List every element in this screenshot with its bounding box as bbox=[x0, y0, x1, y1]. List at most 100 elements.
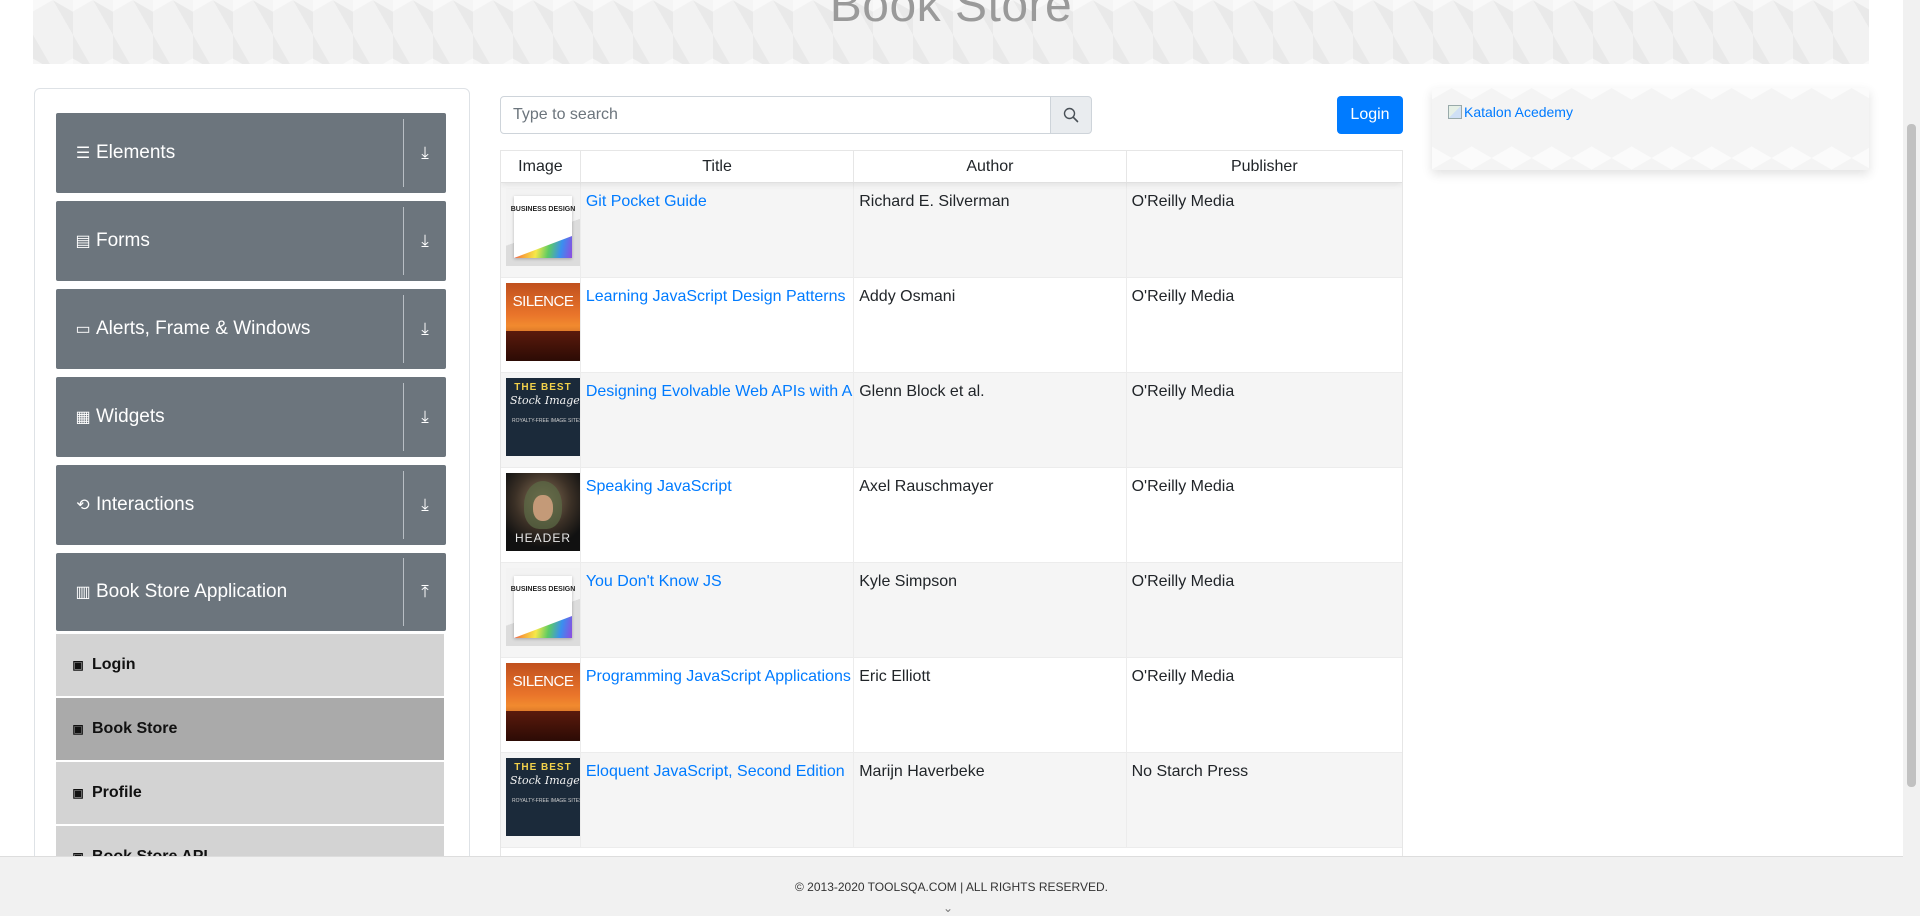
html-icon: ▣ bbox=[72, 722, 84, 736]
document-icon: ▤ bbox=[75, 233, 91, 250]
page: Book Store ☰ Elements ⤓ ▤ Forms ⤓ ▭ Aler… bbox=[0, 0, 1920, 916]
cell-author: Glenn Block et al. bbox=[854, 373, 1127, 467]
sidebar-group-label: Forms bbox=[96, 230, 150, 251]
cell-image: HEADER bbox=[501, 468, 581, 562]
scrollbar-thumb[interactable] bbox=[1907, 124, 1916, 787]
menu-icon: ☰ bbox=[75, 145, 91, 162]
books-icon: ▥ bbox=[75, 584, 91, 601]
cell-author: Richard E. Silverman bbox=[854, 183, 1127, 277]
book-cover-image: BUSINESS DESIGN bbox=[506, 568, 580, 646]
window-icon: ▭ bbox=[75, 321, 91, 338]
sidebar-item-profile[interactable]: ▣ Profile bbox=[56, 762, 444, 824]
scrollbar[interactable] bbox=[1903, 0, 1920, 916]
book-cover-image: THE BEST Stock Images ROYALTY-FREE IMAGE S… bbox=[506, 758, 580, 836]
book-title-link[interactable]: Programming JavaScript Applications bbox=[586, 668, 851, 685]
table-row: SILENCE Programming JavaScript Applicatio… bbox=[501, 658, 1402, 753]
cell-title: Learning JavaScript Design Patterns bbox=[581, 278, 855, 372]
ad-banner: Katalon Acedemy bbox=[1432, 88, 1869, 170]
table-row: SILENCE Learning JavaScript Design Patter… bbox=[501, 278, 1402, 373]
expand-icon[interactable]: ⤓ bbox=[404, 143, 446, 163]
cell-title: You Don't Know JS bbox=[581, 563, 855, 657]
cell-image: BUSINESS DESIGN bbox=[501, 563, 581, 657]
sidebar-group-label: Book Store Application bbox=[96, 581, 288, 602]
sidebar-item-label: Book Store bbox=[92, 720, 178, 737]
cell-publisher: No Starch Press bbox=[1131, 763, 1249, 780]
sidebar-group-label: Elements bbox=[96, 142, 176, 163]
table-row: BUSINESS DESIGN You Don't Know JS Kyle Sim… bbox=[501, 563, 1402, 658]
cover-text: BUSINESS DESIGN bbox=[510, 206, 576, 213]
table-row: BUSINESS DESIGN Git Pocket Guide Richard E… bbox=[501, 183, 1402, 278]
sidebar-group-alerts[interactable]: ▭ Alerts, Frame & Windows ⤓ bbox=[56, 289, 446, 369]
cell-author: Eric Elliott bbox=[854, 658, 1127, 752]
cell-publisher: O'Reilly Media bbox=[1131, 573, 1235, 590]
collapse-icon[interactable]: ⤒ bbox=[404, 582, 446, 602]
book-title-link[interactable]: Speaking JavaScript bbox=[586, 478, 732, 495]
expand-icon[interactable]: ⤓ bbox=[404, 231, 446, 251]
cell-image: THE BEST Stock Images ROYALTY-FREE IMAGE S… bbox=[501, 373, 581, 467]
table-body: BUSINESS DESIGN Git Pocket Guide Richard E… bbox=[501, 183, 1402, 848]
book-title-link[interactable]: Designing Evolvable Web APIs with ASP.NE… bbox=[586, 383, 853, 400]
sidebar-group-label: Alerts, Frame & Windows bbox=[96, 318, 311, 339]
book-title-link[interactable]: Learning JavaScript Design Patterns bbox=[586, 288, 846, 305]
grid-icon: ▦ bbox=[75, 409, 91, 426]
cell-title: Designing Evolvable Web APIs with ASP.NE… bbox=[581, 373, 855, 467]
cell-author: Addy Osmani bbox=[854, 278, 1127, 372]
cell-publisher: O'Reilly Media bbox=[1131, 288, 1235, 305]
sidebar-item-login[interactable]: ▣ Login bbox=[56, 634, 444, 696]
table-row: THE BEST Stock Images ROYALTY-FREE IMAGE S… bbox=[501, 373, 1402, 468]
cell-title: Programming JavaScript Applications bbox=[581, 658, 855, 752]
sidebar-group-label: Widgets bbox=[96, 406, 165, 427]
expand-icon[interactable]: ⤓ bbox=[404, 319, 446, 339]
ad-alt-text: Katalon Acedemy bbox=[1464, 104, 1573, 120]
table-row: THE BEST Stock Images ROYALTY-FREE IMAGE S… bbox=[501, 753, 1402, 848]
book-title-link[interactable]: You Don't Know JS bbox=[586, 573, 722, 590]
sidebar-group-interactions[interactable]: ⟲ Interactions ⤓ bbox=[56, 465, 446, 545]
cell-author: Axel Rauschmayer bbox=[854, 468, 1127, 562]
table-row: HEADER Speaking JavaScript Axel Rauschmaye… bbox=[501, 468, 1402, 563]
login-button[interactable]: Login bbox=[1337, 96, 1403, 134]
html-icon: ▣ bbox=[72, 786, 84, 800]
html-icon: ▣ bbox=[72, 658, 84, 672]
search-button[interactable] bbox=[1050, 96, 1092, 134]
cover-graphic bbox=[533, 495, 553, 521]
search-icon bbox=[1063, 107, 1079, 123]
expand-icon[interactable]: ⤓ bbox=[404, 407, 446, 427]
book-cover-image: SILENCE bbox=[506, 663, 580, 741]
book-cover-image: THE BEST Stock Images ROYALTY-FREE IMAGE S… bbox=[506, 378, 580, 456]
cover-small-text: ROYALTY-FREE IMAGE SITES FOR BOOK COVERS bbox=[512, 798, 580, 804]
chevron-down-icon: ⌄ bbox=[943, 901, 954, 915]
copyright-text: © 2013-2020 TOOLSQA.COM | ALL RIGHTS RES… bbox=[795, 880, 1108, 894]
footer: © 2013-2020 TOOLSQA.COM | ALL RIGHTS RES… bbox=[0, 856, 1903, 916]
expand-icon[interactable]: ⤓ bbox=[404, 495, 446, 515]
sidebar-group-forms[interactable]: ▤ Forms ⤓ bbox=[56, 201, 446, 281]
cover-text: BUSINESS DESIGN bbox=[510, 586, 576, 593]
cover-script-text: Stock Images bbox=[510, 394, 580, 407]
book-title-link[interactable]: Eloquent JavaScript, Second Edition bbox=[586, 763, 845, 780]
ad-link[interactable]: Katalon Acedemy bbox=[1448, 104, 1573, 120]
table-header: Image Title Author Publisher bbox=[501, 151, 1402, 183]
cover-graphic bbox=[506, 711, 580, 741]
sidebar-item-label: Profile bbox=[92, 784, 142, 801]
cover-text: HEADER bbox=[514, 531, 571, 545]
book-cover-image: HEADER bbox=[506, 473, 580, 551]
cell-publisher: O'Reilly Media bbox=[1131, 193, 1235, 210]
book-title-link[interactable]: Git Pocket Guide bbox=[586, 193, 707, 210]
book-cover-image: BUSINESS DESIGN bbox=[506, 188, 580, 266]
column-header-author[interactable]: Author bbox=[854, 151, 1127, 182]
sidebar-item-book-store[interactable]: ▣ Book Store bbox=[56, 698, 444, 760]
page-title: Book Store bbox=[829, 0, 1073, 32]
interaction-icon: ⟲ bbox=[76, 497, 90, 514]
cover-graphic bbox=[506, 331, 580, 361]
books-table: Image Title Author Publisher BUSINESS DE… bbox=[500, 150, 1403, 870]
sidebar-group-book-store[interactable]: ▥ Book Store Application ⤒ bbox=[56, 553, 446, 631]
broken-image-icon bbox=[1448, 105, 1462, 119]
search-input[interactable] bbox=[500, 96, 1052, 134]
sidebar-group-elements[interactable]: ☰ Elements ⤓ bbox=[56, 113, 446, 193]
column-header-title[interactable]: Title bbox=[581, 151, 855, 182]
column-header-image[interactable]: Image bbox=[501, 151, 581, 182]
cell-image: THE BEST Stock Images ROYALTY-FREE IMAGE S… bbox=[501, 753, 581, 847]
cover-script-text: Stock Images bbox=[510, 774, 580, 787]
column-header-publisher[interactable]: Publisher bbox=[1127, 151, 1402, 182]
sidebar-group-widgets[interactable]: ▦ Widgets ⤓ bbox=[56, 377, 446, 457]
cell-image: BUSINESS DESIGN bbox=[501, 183, 581, 277]
